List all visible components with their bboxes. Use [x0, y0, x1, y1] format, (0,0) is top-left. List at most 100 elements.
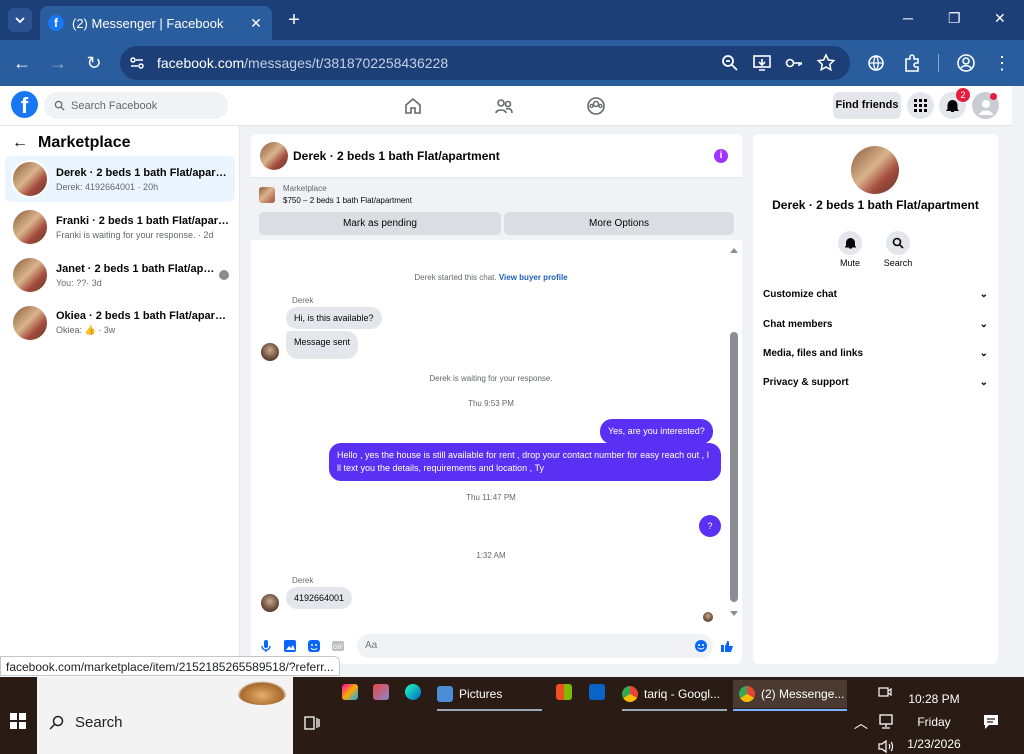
- more-options-button[interactable]: More Options: [504, 212, 734, 235]
- view-buyer-profile-link[interactable]: View buyer profile: [499, 273, 568, 282]
- facebook-header: f Search Facebook Find friends 2: [0, 86, 1012, 126]
- microphone-icon[interactable]: [259, 639, 273, 653]
- paint-icon[interactable]: [373, 684, 389, 700]
- account-dot: [990, 93, 997, 100]
- profile-icon[interactable]: [956, 53, 976, 73]
- find-friends-button[interactable]: Find friends: [833, 92, 901, 119]
- address-bar[interactable]: facebook.com/messages/t/3818702258436228: [120, 46, 850, 80]
- notification-badge: 2: [956, 88, 970, 102]
- copilot-icon[interactable]: [342, 684, 358, 700]
- tab-close-icon[interactable]: ✕: [248, 15, 264, 32]
- gif-icon[interactable]: GIF: [331, 639, 345, 653]
- site-info-icon[interactable]: [129, 55, 145, 71]
- grid-icon: [914, 99, 927, 112]
- extensions-icon[interactable]: [902, 53, 922, 73]
- facebook-logo-icon[interactable]: f: [11, 91, 38, 118]
- install-app-icon[interactable]: [752, 53, 772, 73]
- edge-icon[interactable]: [405, 684, 421, 700]
- listing-avatar[interactable]: [851, 146, 899, 194]
- conversation-item[interactable]: Franki · 2 beds 1 bath Flat/apartme... Fr…: [5, 204, 235, 250]
- chevron-down-icon: ⌄: [979, 319, 988, 330]
- notification-center-icon[interactable]: [983, 714, 999, 730]
- taskbar-search-box[interactable]: Search: [37, 677, 293, 754]
- search-conversation-button[interactable]: [886, 231, 910, 255]
- incoming-message: Message sent: [286, 331, 359, 359]
- sticker-icon[interactable]: [307, 639, 321, 653]
- conversation-item[interactable]: Okiea · 2 beds 1 bath Flat/apartment Okie…: [5, 300, 235, 346]
- store-icon[interactable]: [556, 684, 572, 700]
- sender-avatar[interactable]: [261, 343, 279, 361]
- sender-name: Derek: [292, 296, 314, 305]
- facebook-search-input[interactable]: Search Facebook: [44, 92, 228, 119]
- clock-date[interactable]: 1/23/2026: [900, 737, 968, 751]
- bookmark-star-icon[interactable]: [816, 53, 836, 73]
- browser-menu-icon[interactable]: ⋮: [992, 53, 1012, 73]
- close-window-icon[interactable]: ✕: [994, 10, 1006, 27]
- page-scrollbar[interactable]: [1012, 86, 1024, 678]
- conversation-item[interactable]: Janet · 2 beds 1 bath Flat/apart... You: …: [5, 252, 235, 298]
- chat-title[interactable]: Derek · 2 beds 1 bath Flat/apartment: [293, 149, 500, 163]
- chat-members-item[interactable]: Chat members ⌄: [763, 319, 988, 330]
- new-tab-button[interactable]: +: [282, 8, 306, 32]
- scroll-up-icon[interactable]: [730, 248, 738, 253]
- privacy-support-item[interactable]: Privacy & support ⌄: [763, 377, 988, 388]
- bell-icon: [844, 238, 856, 249]
- home-icon[interactable]: [403, 96, 423, 116]
- task-view-icon[interactable]: [304, 716, 320, 730]
- tab-search-button[interactable]: [8, 8, 32, 32]
- minimize-icon[interactable]: ─: [903, 10, 913, 26]
- windows-start-icon[interactable]: [10, 713, 26, 729]
- scroll-down-icon[interactable]: [730, 611, 738, 616]
- link-status-bar: facebook.com/marketplace/item/2152185265…: [0, 656, 340, 676]
- network-icon[interactable]: [877, 714, 895, 730]
- conversation-name: Franki · 2 beds 1 bath Flat/apartme...: [56, 214, 229, 227]
- menu-grid-button[interactable]: [907, 92, 934, 119]
- translate-globe-icon[interactable]: [866, 53, 886, 73]
- clock-day[interactable]: Friday: [900, 715, 968, 729]
- clock-time[interactable]: 10:28 PM: [900, 692, 968, 706]
- restore-icon[interactable]: ❐: [948, 10, 961, 27]
- media-files-links-item[interactable]: Media, files and links ⌄: [763, 348, 988, 359]
- taskbar-app-pictures[interactable]: Pictures: [437, 680, 542, 711]
- zoom-icon[interactable]: [720, 53, 740, 73]
- outgoing-message: Yes, are you interested?: [600, 419, 713, 444]
- camera-icon[interactable]: [878, 685, 892, 699]
- friends-icon[interactable]: [494, 96, 514, 116]
- photo-icon[interactable]: [283, 639, 297, 653]
- info-icon[interactable]: i: [714, 149, 728, 163]
- url-text: facebook.com/messages/t/3818702258436228: [157, 55, 448, 71]
- toolbar-divider: [938, 54, 939, 72]
- tab-title: (2) Messenger | Facebook: [72, 15, 224, 31]
- outlook-icon[interactable]: [589, 684, 605, 700]
- conversation-item[interactable]: Derek · 2 beds 1 bath Flat/apartme... Der…: [5, 156, 235, 202]
- back-icon[interactable]: ←: [12, 53, 32, 73]
- emoji-icon[interactable]: [694, 639, 708, 653]
- mute-button[interactable]: [838, 231, 862, 255]
- app-underline: [437, 709, 542, 711]
- reload-icon[interactable]: ↻: [84, 53, 104, 73]
- taskbar-app-chrome-2[interactable]: (2) Messenge...: [733, 680, 847, 711]
- customize-chat-item[interactable]: Customize chat ⌄: [763, 289, 988, 300]
- scrollbar-thumb[interactable]: [730, 332, 738, 602]
- like-thumbs-up-icon[interactable]: [720, 639, 734, 653]
- chat-scrollbar[interactable]: [730, 246, 738, 624]
- chrome-icon: [739, 686, 755, 702]
- listing-title[interactable]: $750 – 2 beds 1 bath Flat/apartment: [283, 196, 412, 205]
- sender-name: Derek: [292, 576, 314, 585]
- back-arrow-icon[interactable]: ←: [12, 134, 28, 152]
- chevron-up-icon[interactable]: ︿: [854, 713, 868, 733]
- listing-thumbnail: [11, 160, 49, 198]
- windows-taskbar: Search Pictures tariq - Googl... (2) Mes…: [0, 677, 1024, 754]
- message-input[interactable]: [357, 634, 713, 658]
- groups-icon[interactable]: [586, 96, 606, 116]
- password-key-icon[interactable]: [784, 53, 804, 73]
- conversation-preview: You: ??· 3d: [56, 277, 102, 288]
- taskbar-app-chrome-1[interactable]: tariq - Googl...: [622, 680, 727, 711]
- mark-as-pending-button[interactable]: Mark as pending: [259, 212, 501, 235]
- marketplace-header: ← Marketplace: [12, 134, 131, 152]
- forward-icon[interactable]: →: [48, 53, 68, 73]
- sender-avatar[interactable]: [261, 594, 279, 612]
- chat-listing-avatar[interactable]: [260, 141, 288, 170]
- browser-tab[interactable]: f (2) Messenger | Facebook ✕: [40, 6, 272, 40]
- speaker-icon[interactable]: [877, 739, 895, 754]
